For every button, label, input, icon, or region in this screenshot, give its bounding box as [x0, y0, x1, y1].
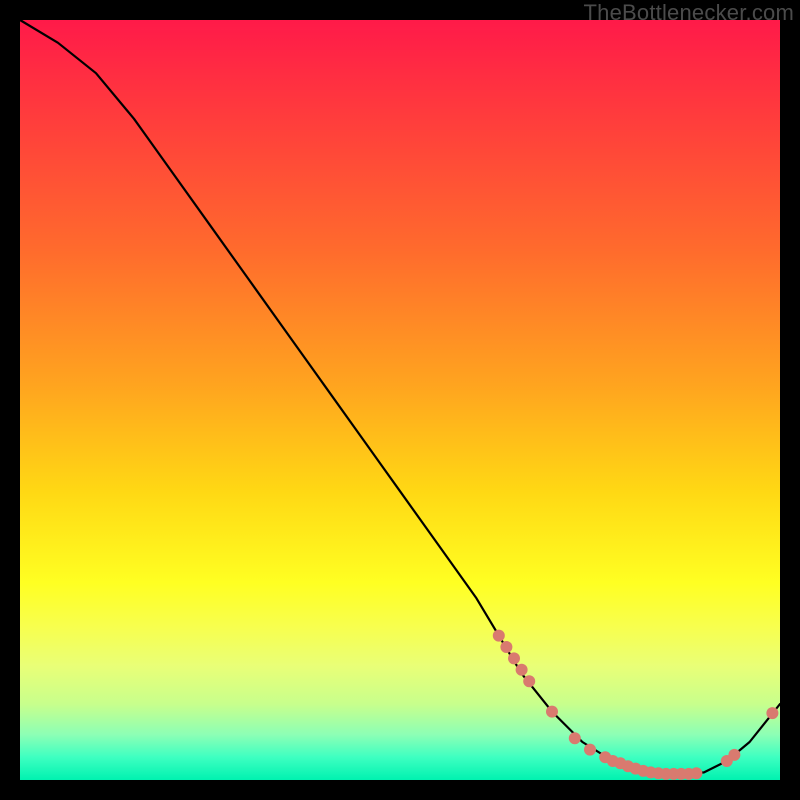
highlight-dot: [500, 641, 512, 653]
highlight-dots: [493, 630, 779, 780]
watermark-text: TheBottlenecker.com: [584, 0, 794, 26]
chart-frame: [20, 20, 780, 780]
chart-svg: [20, 20, 780, 780]
highlight-dot: [728, 749, 740, 761]
highlight-dot: [569, 732, 581, 744]
bottleneck-curve: [20, 20, 780, 774]
highlight-dot: [766, 707, 778, 719]
highlight-dot: [516, 664, 528, 676]
highlight-dot: [493, 630, 505, 642]
highlight-dot: [508, 652, 520, 664]
highlight-dot: [690, 767, 702, 779]
highlight-dot: [546, 706, 558, 718]
highlight-dot: [584, 744, 596, 756]
highlight-dot: [523, 675, 535, 687]
